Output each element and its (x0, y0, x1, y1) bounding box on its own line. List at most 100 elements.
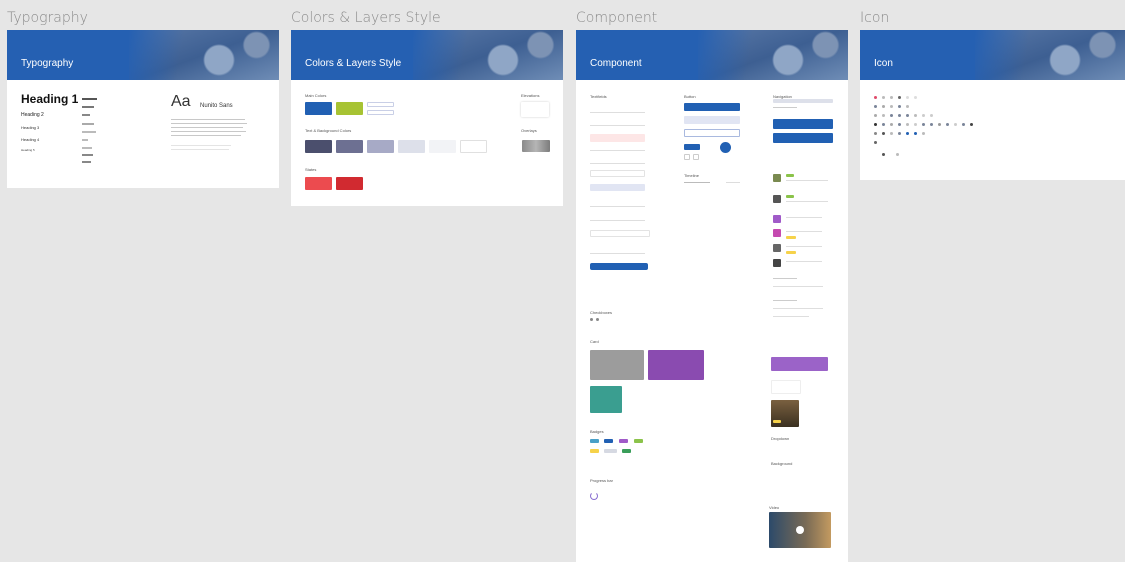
card-teal[interactable] (590, 386, 622, 413)
fab-button[interactable] (720, 142, 731, 153)
card-purple[interactable] (648, 350, 704, 380)
grid-icon[interactable] (896, 153, 899, 156)
disabled-button[interactable] (684, 116, 740, 124)
color-swatch-outline-2[interactable] (367, 110, 394, 115)
settings-icon[interactable] (882, 105, 885, 108)
frame-label-icon[interactable]: Icon (860, 10, 889, 26)
image-icon[interactable] (922, 114, 925, 117)
tab-bar-2[interactable] (773, 133, 833, 143)
color-swatch-bg-lighter[interactable] (429, 140, 456, 153)
colors-frame[interactable]: Colors & Layers Style Main Colors Text &… (291, 30, 563, 206)
color-swatch-text-medium[interactable] (336, 140, 363, 153)
close-icon[interactable] (874, 132, 877, 135)
help-icon[interactable] (954, 123, 957, 126)
plus-icon[interactable] (890, 132, 893, 135)
frame-label-typography[interactable]: Typography (7, 10, 88, 26)
promo-banner[interactable] (771, 357, 828, 371)
card-gray[interactable] (590, 350, 644, 380)
textfield-filled[interactable] (590, 184, 645, 191)
flag-icon[interactable] (962, 123, 965, 126)
cart-icon[interactable] (922, 123, 925, 126)
more-icon[interactable] (930, 114, 933, 117)
bell-icon[interactable] (890, 96, 893, 99)
frame-label-colors[interactable]: Colors & Layers Style (291, 10, 441, 26)
check-icon[interactable] (882, 132, 885, 135)
heart-icon[interactable] (874, 96, 877, 99)
mail-icon[interactable] (898, 114, 901, 117)
color-swatch-outline[interactable] (367, 102, 394, 107)
background-label: Background (771, 461, 793, 466)
colors-header: Colors & Layers Style (291, 30, 563, 80)
location-icon[interactable] (906, 123, 909, 126)
star-icon[interactable] (882, 96, 885, 99)
checkbox[interactable] (590, 318, 593, 321)
menu-icon[interactable] (914, 96, 917, 99)
color-swatch-white[interactable] (460, 140, 487, 153)
refresh-icon[interactable] (922, 132, 925, 135)
main-colors-label: Main Colors (305, 93, 327, 98)
user-icon[interactable] (898, 96, 901, 99)
component-header-title: Component (590, 58, 642, 69)
pin-icon[interactable] (970, 123, 973, 126)
heading-4-sample: Heading 4 (21, 137, 40, 142)
tag-icon[interactable] (930, 123, 933, 126)
color-swatch-primary[interactable] (305, 102, 332, 115)
camera-icon[interactable] (890, 114, 893, 117)
color-swatch-text-light[interactable] (367, 140, 394, 153)
checkboxes-label: Checkboxes (590, 310, 613, 315)
color-swatch-text-dark[interactable] (305, 140, 332, 153)
trash-icon[interactable] (898, 105, 901, 108)
component-header: Component (576, 30, 848, 80)
typography-frame[interactable]: Typography Heading 1 Heading 2 Heading 3… (7, 30, 279, 188)
icon-button-2[interactable] (693, 154, 699, 160)
icon-button-1[interactable] (684, 154, 690, 160)
textfield-error[interactable] (590, 134, 645, 142)
play-icon[interactable] (796, 526, 804, 534)
tab-bar-1[interactable] (773, 119, 833, 129)
chat-icon[interactable] (898, 123, 901, 126)
textfield-active[interactable] (590, 263, 648, 270)
calendar-icon[interactable] (874, 114, 877, 117)
arrow-icon[interactable] (874, 141, 877, 144)
share-icon[interactable] (906, 105, 909, 108)
icon-frame[interactable]: Icon (860, 30, 1125, 180)
textfields-label: Textfields (590, 94, 607, 99)
font-name: Nunito Sans (200, 103, 233, 109)
info-icon[interactable] (946, 123, 949, 126)
video-label: Video (769, 505, 780, 510)
radio[interactable] (596, 318, 599, 321)
color-swatch-error-dark[interactable] (336, 177, 363, 190)
color-swatch-secondary[interactable] (336, 102, 363, 115)
color-swatch-bg-light[interactable] (398, 140, 425, 153)
component-frame[interactable]: Component Textfields Button Timeline Nav… (576, 30, 848, 562)
nav-bar[interactable] (773, 99, 833, 103)
bookmark-icon[interactable] (874, 123, 877, 126)
header-photo (129, 30, 279, 80)
play-circle-icon[interactable] (906, 132, 909, 135)
clock-icon[interactable] (882, 114, 885, 117)
minus-icon[interactable] (898, 132, 901, 135)
search-icon[interactable] (874, 105, 877, 108)
textfield-outlined[interactable] (590, 170, 645, 177)
progress-spinner (590, 492, 598, 500)
edit-icon[interactable] (890, 105, 893, 108)
lock-icon[interactable] (914, 114, 917, 117)
frame-label-component[interactable]: Component (576, 10, 657, 26)
timeline-label: Timeline (684, 173, 699, 178)
overlays-label: Overlays (521, 128, 537, 133)
filter-icon[interactable] (914, 123, 917, 126)
upload-icon[interactable] (890, 123, 893, 126)
download-icon[interactable] (882, 123, 885, 126)
pause-icon[interactable] (914, 132, 917, 135)
link-icon[interactable] (938, 123, 941, 126)
video-player[interactable] (769, 512, 831, 548)
home-icon[interactable] (906, 96, 909, 99)
dot-icon[interactable] (882, 153, 885, 156)
small-button[interactable] (684, 144, 700, 150)
phone-icon[interactable] (906, 114, 909, 117)
textfield-search[interactable] (590, 230, 650, 237)
outline-button[interactable] (684, 129, 740, 137)
primary-button[interactable] (684, 103, 740, 111)
mini-card[interactable] (771, 380, 801, 394)
color-swatch-error[interactable] (305, 177, 332, 190)
